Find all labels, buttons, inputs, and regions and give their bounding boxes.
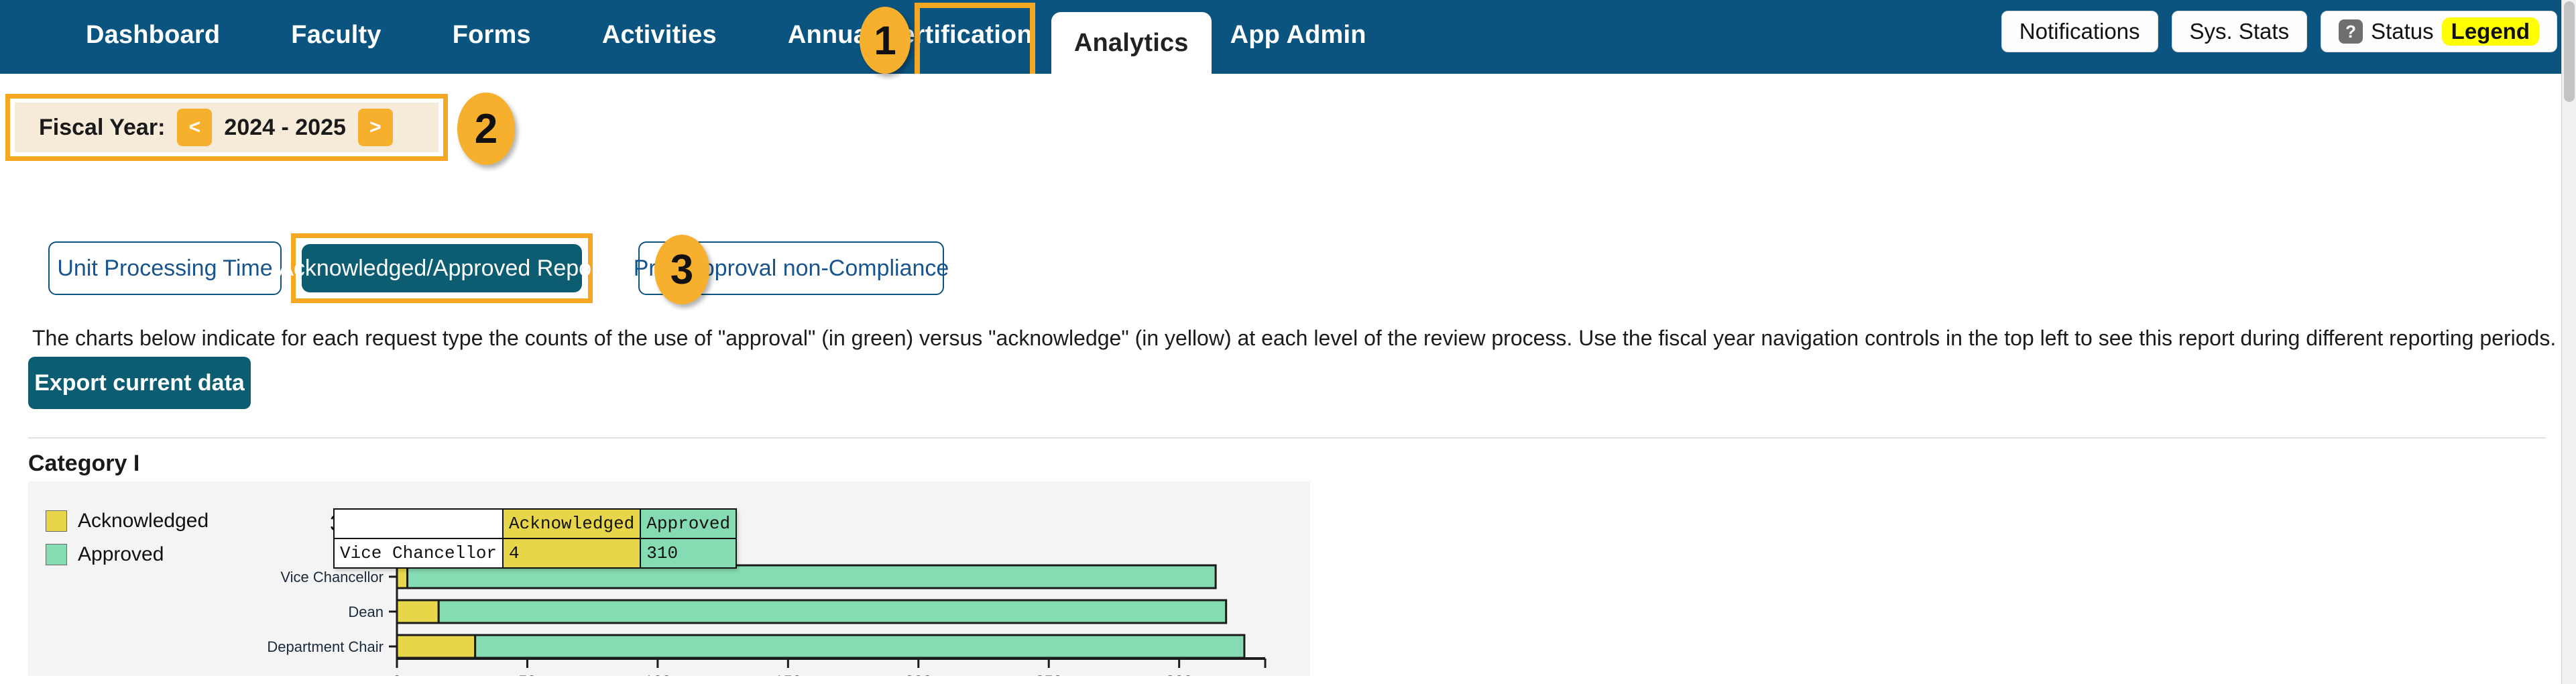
- tooltip-value-acknowledged: 4: [502, 538, 642, 569]
- sys-stats-label: Sys. Stats: [2189, 19, 2290, 44]
- fiscal-year-value: 2024 - 2025: [224, 114, 346, 140]
- question-mark-icon: ?: [2339, 19, 2363, 44]
- bar-approved[interactable]: [437, 599, 1228, 624]
- chart-hover-tooltip: Acknowledged Approved Vice Chancellor 4 …: [333, 508, 738, 569]
- bar-acknowledged[interactable]: [396, 564, 409, 589]
- nav-item-forms[interactable]: Forms: [434, 0, 550, 74]
- fiscal-year-label: Fiscal Year:: [39, 114, 166, 140]
- category-title: Category I: [28, 451, 140, 476]
- nav-item-dashboard[interactable]: Dashboard: [67, 0, 239, 74]
- nav-item-app-admin[interactable]: App Admin: [1212, 0, 1385, 74]
- nav-item-activities[interactable]: Activities: [583, 0, 736, 74]
- fiscal-year-next-button[interactable]: >: [357, 109, 393, 146]
- nav-right-actions: Notifications Sys. Stats ? Status Legend: [2001, 11, 2557, 52]
- category-chart-panel: Acknowledged Approved 349 requests Vice …: [28, 481, 1310, 676]
- notifications-button[interactable]: Notifications: [2001, 11, 2158, 52]
- report-description: The charts below indicate for each reque…: [32, 326, 2557, 350]
- tooltip-row-label: Vice Chancellor: [333, 538, 504, 569]
- x-axis-tick-label: 200: [905, 673, 932, 676]
- tooltip-data-row: Vice Chancellor 4 310: [333, 538, 738, 569]
- tab-acknowledged-approved-report[interactable]: Acknowledged/Approved Report: [278, 244, 605, 292]
- tab-unit-processing-time[interactable]: Unit Processing Time: [48, 241, 282, 295]
- y-axis-tick-label: Vice Chancellor: [280, 569, 384, 585]
- legend-badge: Legend: [2441, 17, 2539, 46]
- fiscal-year-bar: Fiscal Year: < 2024 - 2025 >: [15, 103, 438, 152]
- callout-badge-1: 1: [860, 7, 911, 74]
- y-axis-tick-label: Dean: [348, 604, 384, 620]
- page-scrollbar[interactable]: [2561, 0, 2576, 684]
- x-axis-tick-label: 150: [774, 673, 801, 676]
- tooltip-value-approved: 310: [640, 538, 738, 569]
- bar-acknowledged[interactable]: [396, 634, 477, 659]
- x-axis-tick-label: 250: [1035, 673, 1062, 676]
- y-axis-tick-label: Department Chair: [267, 638, 384, 655]
- fiscal-year-prev-button[interactable]: <: [177, 109, 213, 146]
- bar-approved[interactable]: [406, 564, 1217, 589]
- status-legend-button[interactable]: ? Status Legend: [2321, 11, 2557, 52]
- nav-items: Dashboard Faculty Forms Activities Annua…: [67, 0, 1385, 74]
- x-axis-tick-label: 0: [392, 673, 401, 676]
- x-axis-tick-label: 50: [518, 673, 536, 676]
- notifications-label: Notifications: [2019, 19, 2140, 44]
- sys-stats-button[interactable]: Sys. Stats: [2171, 11, 2308, 52]
- scrollbar-thumb[interactable]: [2564, 1, 2575, 102]
- tooltip-header-acknowledged: Acknowledged: [502, 508, 642, 539]
- callout-badge-3: 3: [654, 235, 709, 304]
- tooltip-header-approved: Approved: [640, 508, 738, 539]
- section-divider: [28, 437, 2546, 439]
- callout-badge-2: 2: [457, 93, 515, 165]
- bar-acknowledged[interactable]: [396, 599, 440, 624]
- nav-item-faculty[interactable]: Faculty: [272, 0, 400, 74]
- tooltip-corner-cell: [333, 508, 504, 539]
- nav-item-analytics[interactable]: Analytics: [1051, 12, 1212, 74]
- export-current-data-button[interactable]: Export current data: [28, 357, 251, 409]
- tooltip-header-row: Acknowledged Approved: [333, 508, 738, 539]
- status-label: Status: [2371, 19, 2434, 44]
- x-axis-tick-label: 300: [1166, 673, 1193, 676]
- report-tab-row: Unit Processing Time Acknowledged/Approv…: [0, 233, 2576, 307]
- bar-approved[interactable]: [474, 634, 1246, 659]
- x-axis-tick-label: 100: [644, 673, 671, 676]
- top-navigation-bar: Dashboard Faculty Forms Activities Annua…: [0, 0, 2576, 74]
